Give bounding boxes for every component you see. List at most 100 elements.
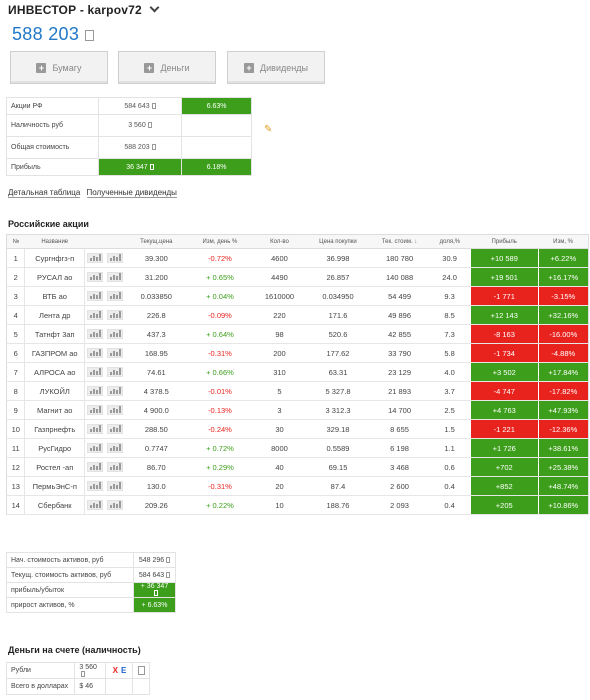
chevron-down-icon[interactable]	[150, 4, 158, 12]
col-change[interactable]: Изм, %	[538, 234, 589, 249]
stock-buy-price: 188.76	[306, 495, 370, 515]
chart-icon[interactable]	[87, 424, 103, 434]
table-row[interactable]: 12 Ростел -ап 86.70 + 0.29% 40 69.15 3 468 0.6 +…	[6, 457, 589, 477]
table-row[interactable]: 9 Магнит ао 4 900.0 -0.13% 3 3 312.3 14 700 2.5…	[6, 400, 589, 420]
stock-value: 42 855	[369, 324, 430, 344]
chart-icon[interactable]	[87, 386, 103, 396]
table-row[interactable]: 5 Татнфт 3ап 437.3 + 0.64% 98 520.6 42 855 7.3-…	[6, 324, 589, 344]
stock-name[interactable]: ПермьЭнС-п	[24, 476, 85, 496]
col-buy-price[interactable]: Цена покупки	[306, 234, 370, 249]
add-money-button[interactable]: + Деньги	[118, 51, 216, 84]
col-number[interactable]: №	[6, 234, 25, 249]
stock-name[interactable]: Лента др	[24, 305, 85, 325]
pencil-icon[interactable]: ✎	[264, 124, 272, 135]
stock-day-change: + 0.64%	[187, 324, 253, 344]
stock-share: 4.0	[429, 362, 471, 382]
stock-buy-price: 520.6	[306, 324, 370, 344]
chart-icon[interactable]	[87, 329, 103, 339]
col-share[interactable]: доля,%	[429, 234, 471, 249]
col-qty[interactable]: Кол-во	[252, 234, 307, 249]
stock-name[interactable]: АЛРОСА ао	[24, 362, 85, 382]
delete-icon[interactable]: X	[113, 666, 118, 675]
stock-share: 7.3	[429, 324, 471, 344]
chart-icon[interactable]	[87, 462, 103, 472]
stock-name[interactable]: Газпрнефть	[24, 419, 85, 439]
chart-icon[interactable]	[87, 348, 103, 358]
stock-name[interactable]: Татнфт 3ап	[24, 324, 85, 344]
bars-icon[interactable]	[107, 462, 124, 472]
stock-name[interactable]: Магнит ао	[24, 400, 85, 420]
summary-pct	[181, 136, 252, 159]
col-profit[interactable]: Прибыль	[470, 234, 539, 249]
table-row[interactable]: 10 Газпрнефть 288.50 -0.24% 30 329.18 8 655 1.5…	[6, 419, 589, 439]
stock-change: +38.61%	[537, 438, 589, 458]
bars-icon[interactable]	[107, 424, 124, 434]
table-row[interactable]: 1 Сургнфгз-п 39.300 -0.72% 4600 36.998 180 780…	[6, 248, 589, 268]
bars-icon[interactable]	[107, 291, 124, 301]
bars-icon[interactable]	[107, 481, 124, 491]
bars-icon[interactable]	[107, 443, 124, 453]
table-row[interactable]: 7 АЛРОСА ао 74.61 + 0.66% 310 63.31 23 129 4.0 +…	[6, 362, 589, 382]
table-row[interactable]: 14 Сбербанк 209.26 + 0.22% 10 188.76 2 093 0.4 +…	[6, 495, 589, 515]
stock-share: 3.7	[429, 381, 471, 401]
bars-icon[interactable]	[107, 272, 124, 282]
table-row[interactable]: 2 РУСАЛ ао 31.200 + 0.65% 4490 26.857 140 088 2…	[6, 267, 589, 287]
chart-icon[interactable]	[87, 500, 103, 510]
bars-icon[interactable]	[107, 329, 124, 339]
document-icon[interactable]	[137, 666, 145, 675]
edit-icon[interactable]: E	[121, 666, 126, 675]
stock-name[interactable]: ЛУКОЙЛ	[24, 381, 85, 401]
bars-icon[interactable]	[107, 310, 124, 320]
stock-name[interactable]: ВТБ ао	[24, 286, 85, 306]
chart-cell	[84, 324, 106, 344]
received-dividends-link[interactable]: Полученные дивиденды	[86, 188, 177, 198]
col-price[interactable]: Текущ.цена	[125, 234, 188, 249]
chart-icon[interactable]	[87, 253, 103, 263]
chart-icon[interactable]	[87, 310, 103, 320]
totals-label: Текущ. стоимость активов, руб	[6, 567, 134, 583]
table-row[interactable]: 13 ПермьЭнС-п 130.0 -0.31% 20 87.4 2 600 0.4 +85…	[6, 476, 589, 496]
bars-icon[interactable]	[107, 367, 124, 377]
bars-icon[interactable]	[107, 348, 124, 358]
stock-name[interactable]: Ростел -ап	[24, 457, 85, 477]
add-dividends-button[interactable]: + Дивиденды	[227, 51, 325, 84]
chart-icon[interactable]	[87, 443, 103, 453]
col-name[interactable]: Название	[24, 234, 85, 249]
stock-profit: -1 771	[469, 286, 539, 306]
row-number: 14	[6, 495, 25, 515]
table-row[interactable]: 3 ВТБ ао 0.033850 + 0.04% 1610000 0.034950 54 …	[6, 286, 589, 306]
bars-icon[interactable]	[107, 253, 124, 263]
stock-price: 4 900.0	[125, 400, 188, 420]
chart-icon[interactable]	[87, 291, 103, 301]
table-row[interactable]: 6 ГАЗПРОМ ао 168.95 -0.31% 200 177.62 33 790 5.…	[6, 343, 589, 363]
row-number: 10	[6, 419, 25, 439]
bars-icon[interactable]	[107, 405, 124, 415]
bars-icon[interactable]	[107, 386, 124, 396]
chart-icon[interactable]	[87, 367, 103, 377]
chart-icon[interactable]	[87, 405, 103, 415]
summary-value: 588 203	[97, 136, 183, 159]
summary-row: Наличность руб 3 560	[6, 114, 252, 137]
bars-cell	[105, 248, 126, 268]
stock-name[interactable]: РусГидро	[24, 438, 85, 458]
col-value[interactable]: Тек. стоим. ↓	[369, 234, 430, 249]
stock-profit: -1 734	[469, 343, 539, 363]
summary-row: Акции РФ 584 643 6.63%	[6, 97, 252, 115]
table-row[interactable]: 4 Лента др 226.8 -0.09% 220 171.6 49 896 8.5 +12…	[6, 305, 589, 325]
detail-table-link[interactable]: Детальная таблица	[8, 188, 81, 198]
stock-value: 33 790	[369, 343, 430, 363]
col-day-change[interactable]: Изм, день %	[187, 234, 253, 249]
plus-icon: +	[144, 62, 155, 73]
chart-icon[interactable]	[87, 481, 103, 491]
add-security-button[interactable]: + Бумагу	[10, 51, 108, 84]
table-row[interactable]: 8 ЛУКОЙЛ 4 378.5 -0.01% 5 5 327.8 21 893 3.7 -4 …	[6, 381, 589, 401]
stock-name[interactable]: ГАЗПРОМ ао	[24, 343, 85, 363]
stock-name[interactable]: Сургнфгз-п	[24, 248, 85, 268]
bars-icon[interactable]	[107, 500, 124, 510]
totals-row: прирост активов, % + 6.63%	[6, 597, 176, 613]
chart-icon[interactable]	[87, 272, 103, 282]
stock-qty: 200	[252, 343, 307, 363]
stock-name[interactable]: РУСАЛ ао	[24, 267, 85, 287]
table-row[interactable]: 11 РусГидро 0.7747 + 0.72% 8000 0.5589 6 198 1.…	[6, 438, 589, 458]
stock-name[interactable]: Сбербанк	[24, 495, 85, 515]
